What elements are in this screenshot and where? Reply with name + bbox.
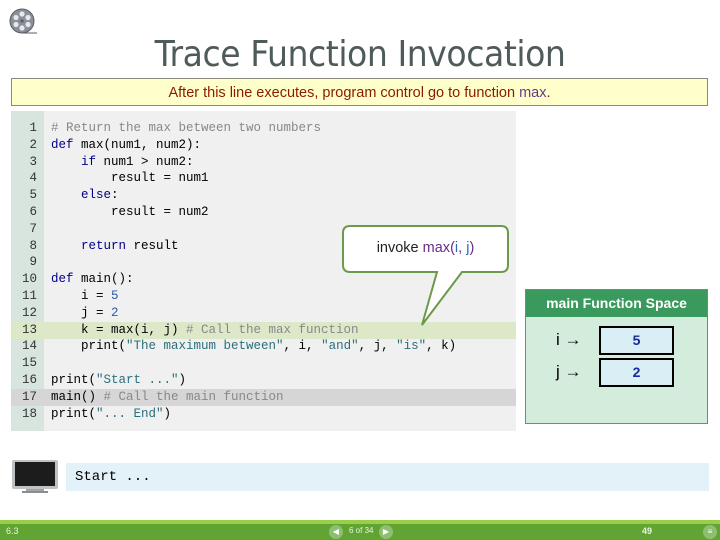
line-number: 18 xyxy=(21,406,37,421)
variable-value-box: 2 xyxy=(599,358,674,387)
code-line: 18 print("... End") xyxy=(11,406,516,423)
page-title: Trace Function Invocation xyxy=(154,34,566,75)
line-number: 9 xyxy=(29,255,37,270)
line-number: 2 xyxy=(29,137,37,152)
line-number: 7 xyxy=(29,221,37,236)
code-line: 15 xyxy=(11,355,516,372)
slide-number: 49 xyxy=(642,526,653,536)
line-number: 3 xyxy=(29,154,37,169)
line-source: k = max(i, j) # Call the max function xyxy=(51,322,359,337)
monitor-icon xyxy=(12,460,58,494)
code-line: 16 print("Start ...") xyxy=(11,372,516,389)
callout-text: invoke max(i, j) xyxy=(342,240,509,256)
line-number: 11 xyxy=(21,289,37,303)
line-source: if num1 > num2: xyxy=(81,154,194,169)
previous-slide-button[interactable]: ◀ xyxy=(329,525,343,539)
code-line: 5 else: xyxy=(11,187,516,204)
line-number: 6 xyxy=(29,205,37,219)
banner-suffix: . xyxy=(546,85,551,101)
page-indicator: 6 of 34 xyxy=(349,526,374,535)
code-line: 6 result = num2 xyxy=(11,204,516,221)
line-number: 10 xyxy=(21,272,37,287)
line-source: return result xyxy=(81,238,179,253)
line-number: 8 xyxy=(29,238,37,253)
line-source: else: xyxy=(81,188,119,203)
banner-text: After this line executes, program contro… xyxy=(168,85,520,101)
line-number: 13 xyxy=(21,322,37,337)
line-number: 5 xyxy=(29,188,37,203)
line-source: print("... End") xyxy=(51,406,172,421)
line-source: print("Start ...") xyxy=(51,373,187,387)
line-number: 16 xyxy=(21,373,37,387)
callout-close-paren: ) xyxy=(469,240,475,256)
line-source: # Return the max between two numbers xyxy=(51,121,322,135)
function-space-panel: main Function Space i → 5 j → 2 xyxy=(525,289,708,424)
menu-button[interactable]: ≡ xyxy=(703,525,717,539)
line-source: result = num1 xyxy=(51,171,209,186)
line-source: def max(num1, num2): xyxy=(51,137,202,152)
section-number: 6.3 xyxy=(6,526,19,536)
line-source: def main(): xyxy=(51,272,134,287)
variable-value-box: 5 xyxy=(599,326,674,355)
callout-sep: , xyxy=(458,240,467,256)
line-number: 15 xyxy=(21,356,37,371)
callout-prefix: invoke xyxy=(376,240,423,256)
film-reel-icon xyxy=(8,8,38,36)
console-output: Start ... xyxy=(66,463,709,491)
variable-row-i: i → 5 xyxy=(526,326,709,355)
line-source: result = num2 xyxy=(51,205,209,219)
line-number: 14 xyxy=(21,339,37,354)
line-source: main() # Call the main function xyxy=(51,389,284,404)
line-number: 1 xyxy=(29,121,37,135)
line-number: 4 xyxy=(29,171,37,186)
variable-label: j → xyxy=(556,362,582,381)
invoke-callout: invoke max(i, j) xyxy=(342,225,509,326)
code-line: 4 result = num1 xyxy=(11,170,516,187)
line-number: 12 xyxy=(21,305,37,320)
callout-func: max xyxy=(422,240,451,256)
line-source: i = 5 xyxy=(51,289,119,303)
line-source: print("The maximum between", i, "and", j… xyxy=(51,339,457,354)
function-space-title: main Function Space xyxy=(526,290,707,317)
code-line: 1 # Return the max between two numbers xyxy=(11,120,516,137)
next-slide-button[interactable]: ▶ xyxy=(379,525,393,539)
line-source: j = 2 xyxy=(51,305,119,320)
footer-bar: 6.3 ◀ 6 of 34 ▶ 49 ≡ xyxy=(0,524,720,540)
code-line: 14 print("The maximum between", i, "and"… xyxy=(11,338,516,355)
variable-row-j: j → 2 xyxy=(526,358,709,387)
banner-function-name: max xyxy=(519,85,547,101)
instruction-banner: After this line executes, program contro… xyxy=(11,78,708,106)
code-line: 3 if num1 > num2: xyxy=(11,154,516,171)
variable-label: i → xyxy=(556,330,582,349)
code-line: 17 main() # Call the main function xyxy=(11,388,516,406)
code-line: 2 def max(num1, num2): xyxy=(11,137,516,154)
line-number: 17 xyxy=(21,389,37,404)
